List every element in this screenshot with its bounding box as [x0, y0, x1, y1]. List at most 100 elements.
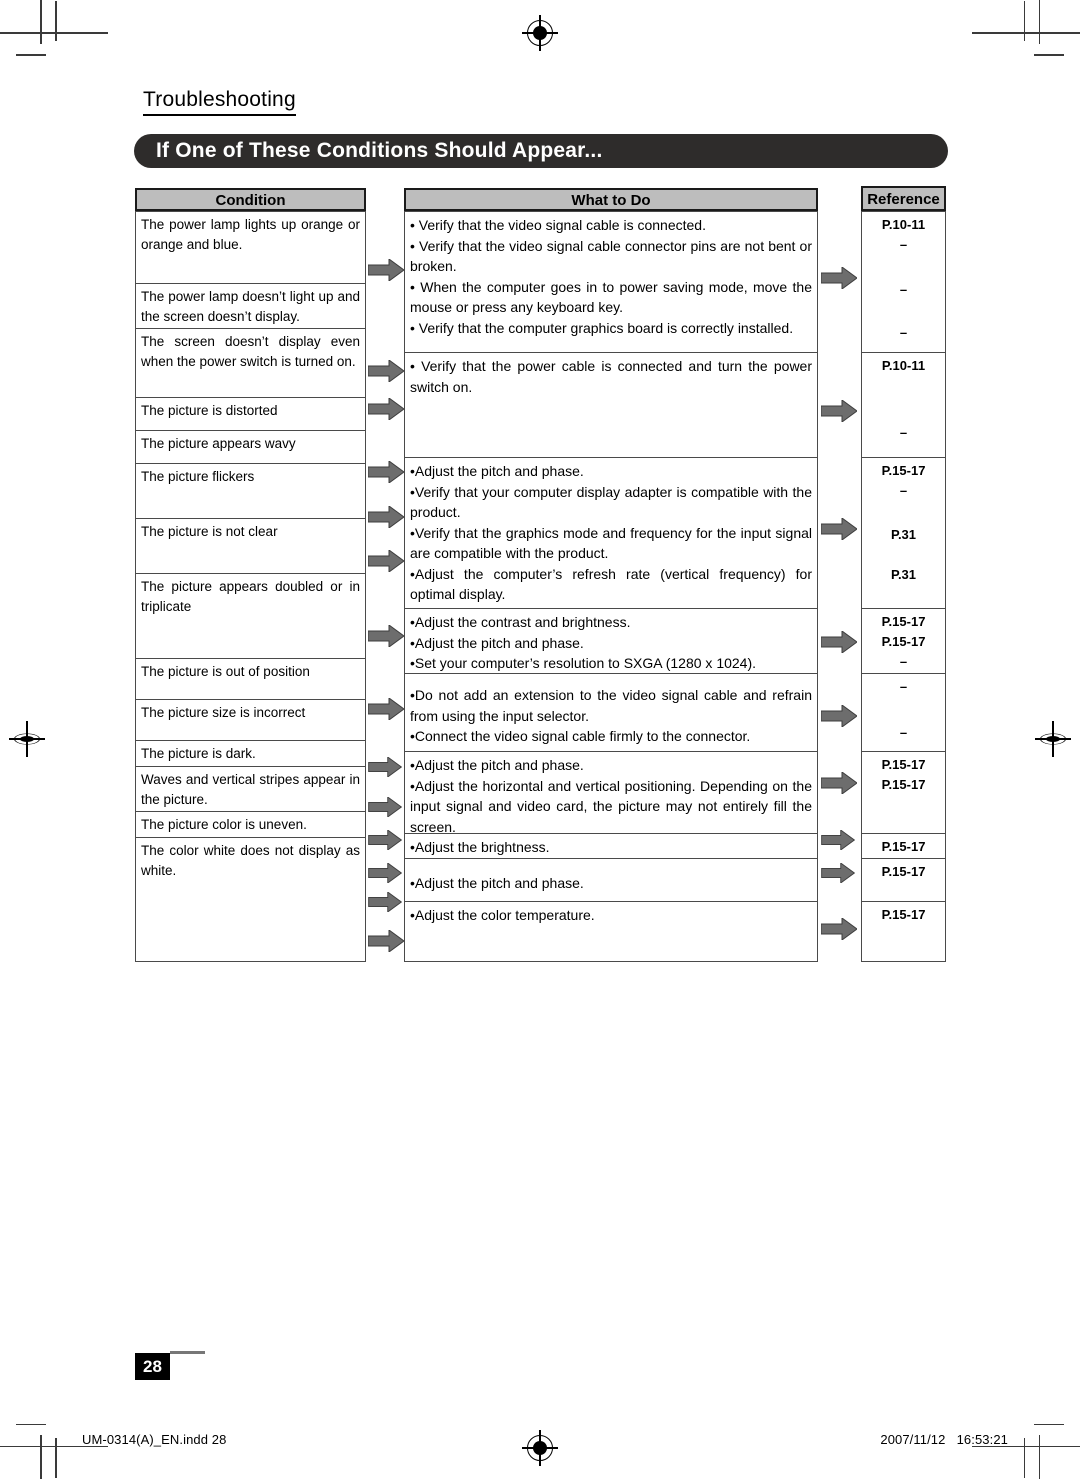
flow-arrow-icon: [368, 757, 402, 777]
condition-text: The picture appears wavy: [141, 436, 296, 451]
flow-arrow-icon: [368, 461, 404, 483]
what-to-do-text: •Do not add an extension to the video si…: [410, 677, 812, 747]
table-row: •Adjust the pitch and phase.: [405, 859, 817, 902]
bullet-line: • Verify that the video signal cable is …: [410, 217, 706, 233]
table-row: – –: [862, 674, 945, 752]
table-row: The picture appears doubled or in tripli…: [136, 574, 365, 659]
reference-value: P.10-11: [881, 217, 926, 232]
flow-arrow-icon: [821, 705, 857, 727]
bullet-line: •Do not add an extension to the video si…: [410, 687, 812, 724]
flow-arrow-icon: [821, 631, 857, 653]
table-row: The power lamp doesn’t light up and the …: [136, 284, 365, 329]
flow-arrow-icon: [368, 830, 402, 850]
table-row: •Adjust the brightness.: [405, 834, 817, 859]
reference-value: P.15-17: [881, 864, 926, 879]
what-to-do-text: •Adjust the contrast and brightness. •Ad…: [410, 612, 812, 674]
page-title: If One of These Conditions Should Appear…: [134, 134, 948, 168]
table-row: The picture flickers: [136, 464, 365, 519]
bullet-line: •Set your computer’s resolution to SXGA …: [410, 655, 757, 671]
reference-value: P.15-17: [881, 907, 926, 922]
page-number-rule: [170, 1351, 205, 1354]
reference-value: –: [899, 679, 908, 694]
condition-text: The power lamp lights up orange or orang…: [141, 217, 360, 252]
condition-text: The picture size is incorrect: [141, 705, 306, 720]
table-row: The screen doesn’t display even when the…: [136, 329, 365, 398]
table-row: •Adjust the pitch and phase. •Adjust the…: [405, 752, 817, 837]
condition-text: The picture is not clear: [141, 524, 278, 539]
flow-arrow-icon: [821, 918, 857, 940]
bullet-line: • Verify that the power cable is connect…: [410, 358, 812, 395]
reference-value: P.15-17: [881, 614, 926, 629]
table-row: P.15-17 P.15-17 –: [862, 609, 945, 674]
condition-column: The power lamp lights up orange or orang…: [135, 211, 366, 962]
condition-text: The picture appears doubled or in tripli…: [141, 579, 360, 614]
condition-text: The picture color is uneven.: [141, 817, 307, 832]
table-row: •Do not add an extension to the video si…: [405, 674, 817, 752]
bullet-line: •Adjust the pitch and phase.: [410, 875, 584, 891]
table-row: The color white does not display as whit…: [136, 838, 365, 888]
bullet-line: •Adjust the contrast and brightness.: [410, 614, 631, 630]
bullet-line: • Verify that the computer graphics boar…: [410, 319, 794, 336]
bullet-line: •Adjust the pitch and phase.: [410, 463, 584, 479]
table-row: P.15-17 P.15-17: [862, 752, 945, 834]
reference-value: P.31: [890, 527, 917, 542]
table-row: P.15-17: [862, 834, 945, 859]
flow-arrow-icon: [368, 625, 404, 647]
what-to-do-column: • Verify that the video signal cable is …: [404, 211, 818, 962]
reference-value: –: [899, 325, 908, 340]
page-content: Troubleshooting If One of These Conditio…: [0, 0, 1080, 1479]
bullet-line: •Adjust the pitch and phase.: [410, 757, 584, 773]
reference-value: P.15-17: [881, 463, 926, 478]
flow-arrow-icon: [368, 398, 404, 420]
table-row: •Adjust the contrast and brightness. •Ad…: [405, 609, 817, 674]
condition-text: The picture is dark.: [141, 746, 256, 761]
flow-arrow-icon: [368, 930, 404, 952]
table-row: The picture appears wavy: [136, 431, 365, 464]
flow-arrow-icon: [368, 797, 402, 817]
table-row: P.15-17 – P.31 P.31: [862, 458, 945, 609]
flow-arrow-icon: [821, 267, 857, 289]
bullet-line: •Adjust the computer’s refresh rate (ver…: [410, 565, 812, 603]
reference-column: P.10-11 – – – P.10-11 – P.15-17 – P.31 P…: [861, 211, 946, 962]
reference-value: –: [899, 654, 908, 669]
condition-text: The picture is distorted: [141, 403, 278, 418]
what-to-do-text: •Adjust the pitch and phase. •Adjust the…: [410, 755, 812, 837]
condition-text: The screen doesn’t display even when the…: [141, 334, 360, 369]
table-row: •Adjust the pitch and phase. •Verify tha…: [405, 458, 817, 609]
what-to-do-text: •Adjust the brightness.: [410, 837, 812, 858]
what-to-do-text: •Adjust the pitch and phase.: [410, 862, 812, 894]
what-to-do-text: • Verify that the power cable is connect…: [410, 356, 812, 397]
flow-arrow-icon: [368, 892, 402, 912]
column-header-condition: Condition: [135, 188, 366, 211]
bullet-line: • When the computer goes in to power sav…: [410, 278, 812, 316]
what-to-do-text: •Adjust the color temperature.: [410, 905, 812, 926]
bullet-line: •Adjust the horizontal and vertical posi…: [410, 777, 812, 835]
bullet-line: •Verify that the graphics mode and frequ…: [410, 524, 812, 562]
reference-value: P.15-17: [881, 777, 926, 792]
bullet-line: • Verify that the video signal cable con…: [410, 237, 812, 275]
reference-value: P.10-11: [881, 358, 926, 373]
table-row: P.15-17: [862, 859, 945, 902]
bullet-line: •Verify that your computer display adapt…: [410, 483, 812, 521]
bullet-line: •Connect the video signal cable firmly t…: [410, 728, 751, 744]
flow-arrow-icon: [368, 360, 404, 382]
flow-arrow-icon: [821, 863, 855, 883]
reference-value: –: [899, 483, 908, 498]
condition-text: The picture is out of position: [141, 664, 310, 679]
table-row: The picture size is incorrect: [136, 700, 365, 741]
reference-value: P.15-17: [881, 634, 926, 649]
reference-value: P.15-17: [881, 839, 926, 854]
flow-arrow-icon: [368, 550, 404, 572]
footer-filename: UM-0314(A)_EN.indd 28: [82, 1432, 227, 1447]
flow-arrow-icon: [368, 863, 402, 883]
table-row: P.10-11 – – –: [862, 212, 945, 353]
column-header-what-to-do: What to Do: [404, 188, 818, 211]
table-row: P.10-11 –: [862, 353, 945, 458]
flow-arrow-icon: [821, 518, 857, 540]
table-row: •Adjust the color temperature.: [405, 902, 817, 961]
bullet-line: •Adjust the color temperature.: [410, 907, 595, 923]
flow-arrow-icon: [368, 698, 404, 720]
section-label: Troubleshooting: [143, 88, 296, 117]
table-row: P.15-17: [862, 902, 945, 961]
reference-value: P.31: [890, 567, 917, 582]
